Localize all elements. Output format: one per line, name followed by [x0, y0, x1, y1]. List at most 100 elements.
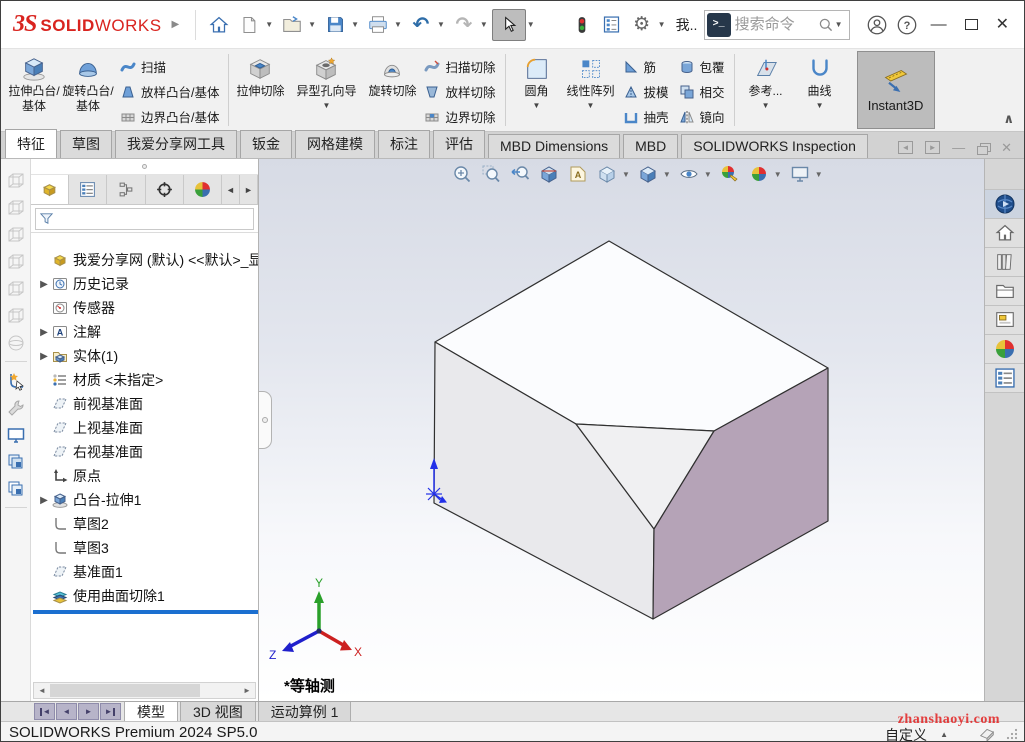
view-cube-icon[interactable] [6, 194, 26, 221]
scrollbar-track[interactable] [50, 683, 239, 698]
view-cube-icon[interactable] [6, 167, 26, 194]
options-button[interactable]: ⚙ [627, 9, 657, 41]
tab-configurationmanager[interactable] [107, 175, 145, 204]
resources-button[interactable] [985, 218, 1024, 248]
tab-3d-views[interactable]: 3D 视图 [180, 702, 256, 721]
3dexperience-button[interactable] [985, 189, 1024, 219]
boundary-boss-button[interactable]: 边界凸台/基体 [115, 104, 224, 129]
model-canvas[interactable]: Y X Z [259, 159, 986, 701]
dropdown-caret[interactable]: ▼ [265, 20, 273, 29]
dropdown-caret[interactable]: ▼ [527, 20, 535, 29]
select-button[interactable] [492, 9, 526, 41]
dropdown-caret[interactable]: ▼ [323, 101, 331, 110]
tab-markup[interactable]: 标注 [378, 130, 430, 158]
tab-inspection[interactable]: SOLIDWORKS Inspection [681, 134, 868, 158]
tree-item[interactable]: 传感器 [31, 296, 258, 320]
panel-tab-scroll-right-icon[interactable]: ► [240, 175, 258, 204]
tab-mbd-dimensions[interactable]: MBD Dimensions [488, 134, 620, 158]
open-button[interactable] [277, 9, 307, 41]
swept-boss-button[interactable]: 扫描 [115, 54, 224, 79]
shell-button[interactable]: 抽壳 [618, 104, 674, 129]
wrap-button[interactable]: 包覆 [674, 54, 730, 79]
tree-item[interactable]: 前视基准面 [31, 392, 258, 416]
linear-pattern-button[interactable]: 线性阵列 ▼ [564, 51, 618, 129]
new-document-button[interactable] [234, 9, 264, 41]
account-button[interactable] [862, 9, 892, 41]
tree-item[interactable]: ▶ 实体(1) [31, 344, 258, 368]
tree-item[interactable]: 右视基准面 [31, 440, 258, 464]
dropdown-caret[interactable]: ▼ [762, 101, 770, 110]
lofted-boss-button[interactable]: 放样凸台/基体 [115, 79, 224, 104]
dropdown-caret[interactable]: ▼ [658, 20, 666, 29]
tools-wrench-icon[interactable] [6, 394, 26, 421]
logo-flyout-icon[interactable]: ▶ [172, 19, 180, 30]
doc-restore-icon[interactable] [977, 143, 989, 153]
draft-button[interactable]: 拔模 [618, 79, 674, 104]
tab-sketch[interactable]: 草图 [60, 130, 112, 158]
tab-evaluate[interactable]: 评估 [433, 130, 485, 158]
appearances-scenes-button[interactable] [985, 334, 1024, 364]
help-button[interactable]: ? [892, 9, 922, 41]
dropdown-caret[interactable]: ▼ [351, 20, 359, 29]
tree-item[interactable]: 使用曲面切除1 [31, 584, 258, 608]
collapse-dot-icon[interactable] [142, 164, 147, 169]
design-library-button[interactable] [985, 247, 1024, 277]
edit-sketch-icon[interactable] [6, 367, 26, 394]
tab-propertymanager[interactable] [69, 175, 107, 204]
dropdown-caret[interactable]: ▼ [480, 20, 488, 29]
extruded-cut-button[interactable]: 拉伸切除 [233, 51, 287, 129]
close-icon[interactable]: ✕ [996, 17, 1009, 33]
dock-left-icon[interactable]: ◄ [898, 141, 913, 154]
fillet-button[interactable]: 圆角 ▼ [510, 51, 564, 129]
dock-right-icon[interactable]: ► [925, 141, 940, 154]
tree-item[interactable]: 草图3 [31, 536, 258, 560]
tab-displaymanager[interactable] [184, 175, 222, 204]
revolved-boss-button[interactable]: 旋转凸台/基体 [61, 51, 115, 129]
scrollbar-thumb[interactable] [50, 684, 200, 697]
go-to-end-icon[interactable]: ► [100, 703, 121, 720]
expand-arrow[interactable]: ▶ [37, 327, 51, 338]
dropdown-caret[interactable]: ▼ [587, 101, 595, 110]
print-button[interactable] [363, 9, 393, 41]
mirror-button[interactable]: 镜向 [674, 104, 730, 129]
design-checker-button[interactable] [597, 9, 627, 41]
rollback-bar[interactable] [33, 610, 258, 614]
dropdown-caret[interactable]: ▼ [437, 20, 445, 29]
scroll-left-icon[interactable]: ◄ [34, 683, 50, 698]
hole-wizard-button[interactable]: 异型孔向导 ▼ [287, 51, 365, 129]
custom-properties-button[interactable] [985, 363, 1024, 393]
tree-item[interactable]: 原点 [31, 464, 258, 488]
panel-resize-strip[interactable] [31, 159, 258, 175]
tab-dimxpertmanager[interactable] [146, 175, 184, 204]
swept-cut-button[interactable]: 扫描切除 [419, 54, 500, 79]
file-explorer-button[interactable] [985, 276, 1024, 306]
tab-custom-tools[interactable]: 我爱分享网工具 [115, 130, 237, 158]
step-forward-icon[interactable]: ► [78, 703, 99, 720]
instant3d-button[interactable]: Instant3D [857, 51, 935, 129]
resize-grip-icon[interactable] [1006, 727, 1018, 742]
expand-arrow[interactable]: ▶ [37, 351, 51, 362]
panel-tab-scroll-left-icon[interactable]: ◄ [222, 175, 240, 204]
lofted-cut-button[interactable]: 放样切除 [419, 79, 500, 104]
extruded-boss-button[interactable]: 拉伸凸台/基体 [7, 51, 61, 129]
dropdown-caret[interactable]: ▼ [816, 101, 824, 110]
go-to-start-icon[interactable]: ◄ [34, 703, 55, 720]
tab-motion-study[interactable]: 运动算例 1 [258, 702, 352, 721]
tab-mesh-modeling[interactable]: 网格建模 [295, 130, 375, 158]
step-back-icon[interactable]: ◄ [56, 703, 77, 720]
tree-item[interactable]: ▶ 凸台-拉伸1 [31, 488, 258, 512]
curves-button[interactable]: 曲线 ▼ [793, 51, 847, 129]
dropdown-caret[interactable]: ▼ [533, 101, 541, 110]
tree-item[interactable]: ▶ A 注解 [31, 320, 258, 344]
tree-item[interactable]: 材质 <未指定> [31, 368, 258, 392]
expand-arrow[interactable]: ▶ [37, 279, 51, 290]
ribbon-collapse-icon[interactable]: ∧ [1003, 111, 1014, 127]
rib-button[interactable]: 筋 [618, 54, 674, 79]
tab-featuremanager[interactable] [31, 175, 69, 204]
view-cube-icon[interactable] [6, 302, 26, 329]
tree-item[interactable]: ▶ 历史记录 [31, 272, 258, 296]
view-sphere-icon[interactable] [6, 329, 26, 356]
dropdown-caret[interactable]: ▼ [835, 20, 843, 29]
intersect-button[interactable]: 相交 [674, 79, 730, 104]
view-palette-button[interactable] [985, 305, 1024, 335]
